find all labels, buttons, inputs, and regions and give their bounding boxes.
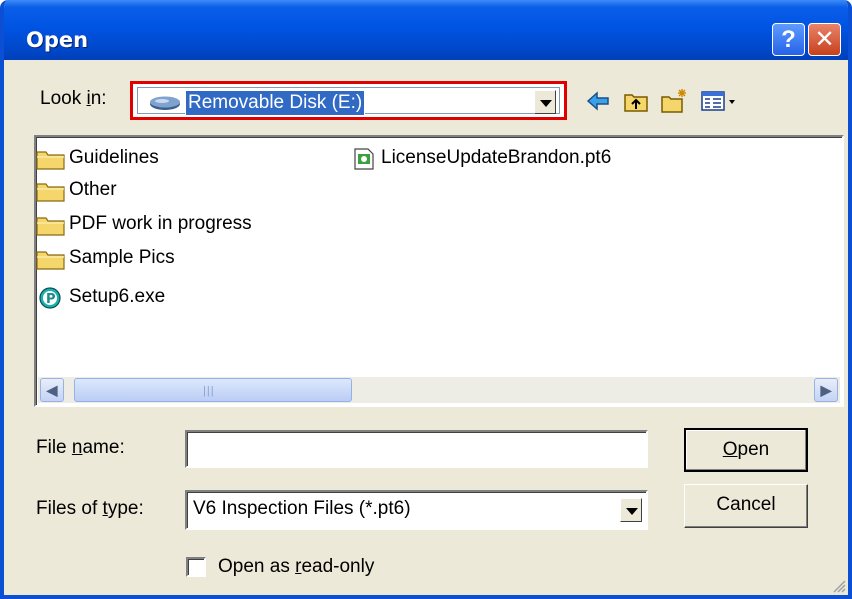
filename-input[interactable] (185, 430, 648, 468)
open-dialog: Open ? ✕ Look in: Removable Disk (E:) Gu… (0, 0, 852, 599)
scroll-left-button[interactable]: ◀ (40, 378, 64, 402)
lookin-label: Look in: (40, 88, 107, 109)
pt6-file-icon (354, 148, 374, 170)
close-icon: ✕ (814, 25, 835, 53)
item-name: Sample Pics (69, 247, 175, 268)
svg-text:P: P (46, 292, 56, 307)
resize-grip-icon[interactable] (830, 577, 846, 593)
folder-icon (36, 151, 65, 170)
removable-disk-icon (150, 96, 180, 110)
readonly-label[interactable]: Open as read-only (218, 556, 374, 578)
lookin-value: Removable Disk (E:) (184, 90, 366, 116)
filename-label: File name: (36, 437, 125, 458)
item-name: Setup6.exe (69, 286, 166, 307)
view-menu-icon[interactable] (700, 87, 740, 115)
lookin-dropdown-arrow[interactable] (534, 90, 556, 114)
folder-icon (36, 217, 65, 236)
item-name: PDF work in progress (69, 213, 252, 234)
filetype-dropdown[interactable]: V6 Inspection Files (*.pt6) (185, 490, 648, 530)
readonly-checkbox[interactable] (186, 557, 206, 577)
open-button[interactable]: Open (684, 428, 808, 472)
scroll-right-button[interactable]: ▶ (814, 378, 838, 402)
scrollbar-thumb[interactable]: ||| (74, 378, 352, 402)
lookin-dropdown[interactable]: Removable Disk (E:) (130, 81, 567, 120)
help-button[interactable]: ? (772, 23, 805, 56)
filetype-label: Files of type: (36, 498, 144, 519)
item-name: LicenseUpdateBrandon.pt6 (381, 147, 612, 168)
cancel-button[interactable]: Cancel (684, 484, 808, 528)
folder-icon (36, 183, 65, 202)
back-arrow-icon[interactable] (584, 87, 612, 115)
title-bar[interactable]: Open ? ✕ (4, 0, 848, 60)
new-folder-icon[interactable] (660, 87, 688, 115)
dialog-title: Open (26, 28, 89, 52)
help-icon: ? (781, 26, 796, 53)
filetype-value: V6 Inspection Files (*.pt6) (193, 498, 411, 519)
setup-exe-icon: P (39, 287, 61, 309)
grip-icon: ||| (203, 385, 215, 397)
horizontal-scrollbar[interactable]: ◀ ||| ▶ (38, 377, 840, 403)
folder-icon (36, 251, 65, 270)
item-name: Guidelines (69, 147, 159, 168)
up-one-level-icon[interactable] (622, 87, 650, 115)
file-list[interactable]: Guidelines Other PDF work in progress Sa… (34, 135, 844, 407)
close-button[interactable]: ✕ (808, 23, 841, 56)
item-name: Other (69, 179, 117, 200)
filetype-dropdown-arrow[interactable] (620, 498, 642, 522)
